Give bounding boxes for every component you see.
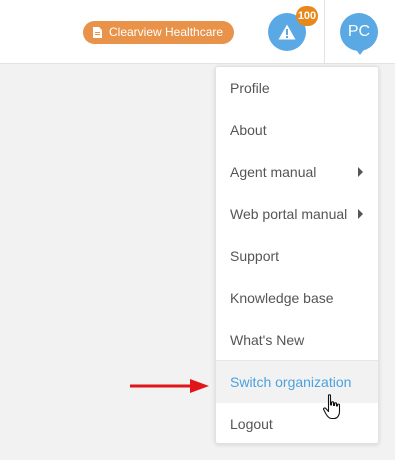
menu-item-label: Web portal manual [230,206,348,222]
header-divider [324,0,325,63]
organization-badge[interactable]: Clearview Healthcare [83,21,235,44]
document-icon [93,27,102,38]
submenu-caret-icon [358,209,363,219]
organization-name: Clearview Healthcare [109,25,224,39]
menu-item-support[interactable]: Support [216,235,378,277]
menu-item-switch-organization[interactable]: Switch organization [216,361,378,403]
alert-count-badge: 100 [296,6,318,26]
menu-item-about[interactable]: About [216,109,378,151]
avatar-pointer [354,47,366,55]
menu-item-label: Support [230,248,280,264]
menu-item-label: Knowledge base [230,290,334,306]
menu-item-web-portal-manual[interactable]: Web portal manual [216,193,378,235]
menu-item-label: Agent manual [230,164,317,180]
user-avatar[interactable]: PC [340,13,378,51]
warning-icon [278,24,296,40]
red-arrow-icon [130,379,209,393]
menu-item-label: About [230,122,267,138]
menu-item-label: Switch organization [230,374,352,390]
menu-item-label: What's New [230,332,305,348]
menu-item-profile[interactable]: Profile [216,67,378,109]
hand-pointer-icon [322,394,341,420]
menu-item-knowledge-base[interactable]: Knowledge base [216,277,378,319]
menu-item-whats-new[interactable]: What's New [216,319,378,361]
menu-item-agent-manual[interactable]: Agent manual [216,151,378,193]
user-dropdown-menu: Profile About Agent manual Web portal ma… [215,66,379,444]
menu-item-label: Profile [230,80,270,96]
menu-item-logout[interactable]: Logout [216,403,378,445]
menu-item-label: Logout [230,416,273,432]
submenu-caret-icon [358,167,363,177]
top-bar: Clearview Healthcare 100 PC [0,0,395,64]
